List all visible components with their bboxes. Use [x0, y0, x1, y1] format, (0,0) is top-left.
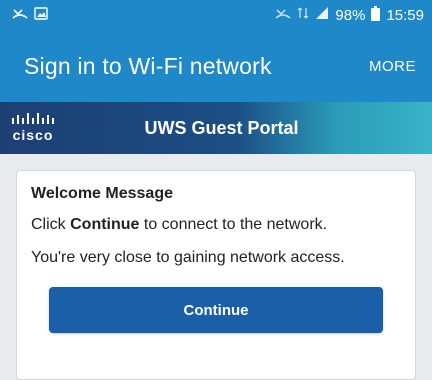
battery-percent: 98% [335, 6, 366, 24]
welcome-card: Welcome Message Click Continue to connec… [16, 170, 416, 380]
clock: 15:59 [386, 6, 424, 24]
portal-header: cisco UWS Guest Portal [0, 102, 432, 154]
battery-icon [371, 5, 381, 25]
missed-call-icon [12, 6, 28, 24]
welcome-heading: Welcome Message [31, 185, 173, 202]
more-button[interactable]: MORE [369, 58, 416, 75]
wifi-calling-icon [275, 6, 291, 24]
data-activity-icon [297, 6, 309, 24]
cisco-logo-text: cisco [12, 127, 54, 143]
status-left [12, 6, 48, 24]
instruction-suffix: to connect to the network. [139, 216, 328, 233]
welcome-note: You're very close to gaining network acc… [31, 249, 345, 266]
signal-icon [315, 6, 329, 24]
status-right: 98% 15:59 [275, 5, 424, 25]
cisco-logo: cisco [0, 102, 66, 154]
portal-title: UWS Guest Portal [144, 117, 299, 138]
status-bar: 98% 15:59 [0, 0, 432, 30]
app-bar: Sign in to Wi-Fi network MORE [0, 30, 432, 102]
instruction-bold: Continue [70, 216, 140, 233]
gallery-icon [34, 6, 48, 24]
instruction-prefix: Click [31, 216, 71, 233]
continue-button[interactable]: Continue [49, 287, 383, 333]
cisco-bars-icon [12, 113, 54, 124]
welcome-instruction: Click Continue to connect to the network… [31, 215, 401, 235]
app-title: Sign in to Wi-Fi network [24, 52, 272, 79]
